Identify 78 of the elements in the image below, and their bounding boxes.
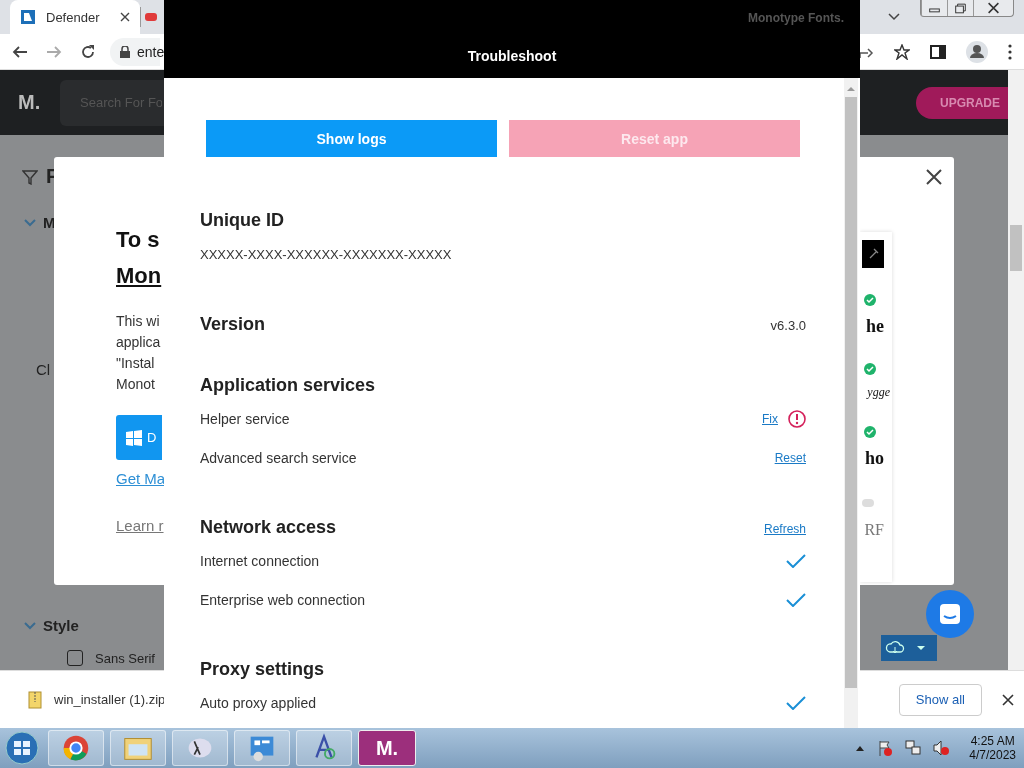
chat-icon[interactable]	[926, 590, 974, 638]
font-sample: ho	[865, 448, 884, 469]
link[interactable]: Fix	[762, 411, 778, 426]
flag-icon[interactable]	[877, 740, 894, 756]
brand-name: Monotype Fonts.	[748, 11, 844, 25]
dialog-heading-link[interactable]: Mon	[116, 263, 162, 289]
service-label: Advanced search service	[200, 449, 357, 466]
section-heading: Proxy settings	[200, 659, 325, 680]
warning-icon	[788, 409, 806, 428]
star-icon[interactable]	[894, 43, 910, 60]
app-icon[interactable]: M.	[358, 730, 416, 766]
check-circle-icon	[864, 294, 876, 306]
downloaded-file[interactable]: win_installer (1).zip	[54, 692, 166, 707]
start-icon[interactable]	[2, 730, 42, 766]
network-icon[interactable]	[905, 740, 922, 756]
window-title: Troubleshoot	[467, 48, 557, 64]
browser-tab[interactable]: Defender	[10, 0, 140, 34]
checkmark-icon	[786, 553, 806, 568]
upgrade-button[interactable]: UPGRADE	[916, 86, 1008, 119]
filter-icon[interactable]	[22, 168, 38, 185]
section-heading[interactable]: M	[43, 214, 56, 231]
font-sample: ygge	[867, 385, 890, 400]
clock-date[interactable]: 4/7/2023	[969, 748, 1016, 762]
section-heading[interactable]: Style	[43, 617, 79, 634]
service-label: Helper service	[200, 410, 290, 427]
font-sample: RF	[864, 521, 884, 539]
show-all-button[interactable]: Show all	[898, 683, 982, 716]
link[interactable]: Refresh	[763, 522, 806, 536]
clock-time[interactable]: 4:25 AM	[970, 734, 1015, 748]
check-circle-icon	[864, 363, 876, 375]
font-app-icon[interactable]	[296, 730, 352, 766]
scrollbar[interactable]	[844, 78, 858, 728]
close-icon[interactable]	[120, 12, 130, 22]
windows-icon	[126, 429, 142, 446]
toggle-icon[interactable]	[862, 499, 874, 507]
site-icon	[145, 11, 157, 23]
lock-icon	[120, 45, 130, 58]
close-icon[interactable]	[1002, 693, 1014, 706]
back-icon[interactable]	[12, 43, 28, 60]
chevron-down-icon[interactable]	[888, 13, 900, 21]
service-label: Internet connection	[200, 552, 320, 569]
close-icon[interactable]	[926, 169, 942, 185]
service-label: Auto proxy applied	[200, 694, 316, 711]
service-label: Enterprise web connection	[200, 591, 365, 608]
up-arrow-icon[interactable]	[855, 744, 866, 752]
dialog-text: This wi applica "Instal Monot	[116, 312, 161, 394]
download-button[interactable]: D	[116, 415, 162, 460]
unique-id-value: XXXXX-XXXX-XXXXXX-XXXXXXX-XXXXX	[200, 247, 453, 262]
show-logs-button[interactable]: Show logs	[206, 120, 497, 157]
browser-tab[interactable]	[140, 7, 160, 27]
filter-option[interactable]: Cl	[36, 361, 51, 378]
checkbox-label: Sans Serif	[95, 650, 155, 666]
check-circle-icon	[864, 426, 876, 438]
section-heading: Version	[200, 314, 266, 335]
link[interactable]: Learn r	[116, 517, 164, 534]
checkbox[interactable]	[67, 650, 83, 666]
section-heading: Network access	[200, 517, 337, 538]
checkmark-icon	[786, 592, 806, 607]
zip-file-icon	[28, 690, 42, 709]
link[interactable]: Get Ma	[116, 470, 166, 487]
scrollbar[interactable]	[1008, 70, 1024, 670]
dialog-heading: To s	[116, 227, 160, 253]
link[interactable]: Reset	[774, 450, 806, 465]
checkmark-icon	[786, 695, 806, 710]
profile-icon[interactable]	[966, 40, 988, 63]
reload-icon[interactable]	[80, 43, 96, 60]
browser-icon[interactable]	[48, 730, 104, 766]
more-icon[interactable]	[1008, 43, 1012, 60]
section-heading: Unique ID	[200, 210, 285, 231]
site-logo[interactable]: M.	[18, 91, 60, 114]
control-panel-icon[interactable]	[234, 730, 290, 766]
version-value: v6.3.0	[770, 318, 806, 333]
volume-muted-icon[interactable]	[933, 740, 950, 756]
cloud-download-icon[interactable]	[881, 635, 937, 661]
side-panel-icon[interactable]	[930, 43, 946, 60]
section-heading: Application services	[200, 375, 376, 396]
site-icon	[20, 9, 36, 25]
font-sample: he	[866, 316, 884, 337]
